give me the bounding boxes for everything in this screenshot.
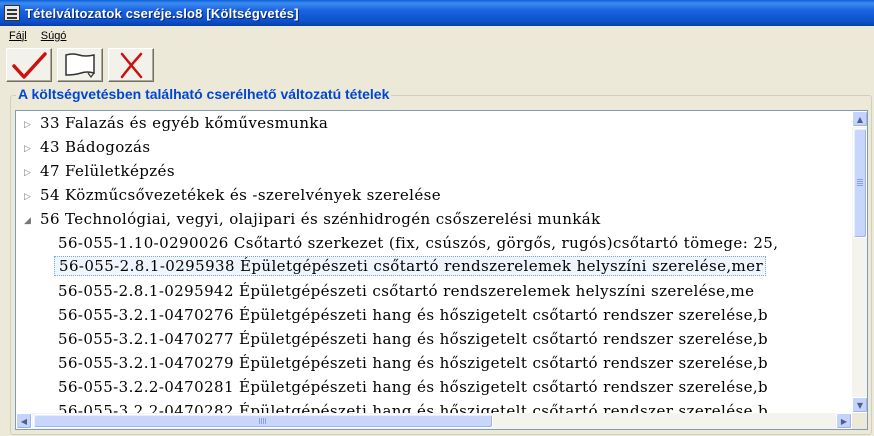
tree-category[interactable]: ▷ 54 Közműcsővezetékek és -szerelvények s…	[24, 183, 443, 207]
tree-row-label: 56-055-3.2.2-0470281 Épületgépészeti han…	[58, 378, 769, 396]
tree-row-label: 56-055-2.8.1-0295942 Épületgépészeti cső…	[58, 282, 755, 300]
cancel-button[interactable]	[108, 48, 154, 82]
tree-category[interactable]: ▷ 47 Felületképzés	[24, 159, 177, 183]
menu-file-label: Fájl	[9, 29, 27, 42]
tree-row-label: 56-055-3.2.1-0470277 Épületgépészeti han…	[58, 330, 769, 348]
tree-category[interactable]: ▷ 43 Bádogozás	[24, 135, 152, 159]
menu-file[interactable]: Fájl	[0, 30, 33, 42]
tree-row-label: 43 Bádogozás	[40, 138, 151, 156]
vertical-scrollbar[interactable]: ▲ ▼	[852, 111, 867, 413]
tree-item[interactable]: 56-055-3.2.1-0470279 Épületgépészeti han…	[54, 351, 852, 375]
tree-row-label: 56-055-2.8.1-0295938 Épületgépészeti cső…	[54, 256, 767, 276]
checkmark-icon	[12, 52, 47, 79]
title-bar[interactable]: Tételváltozatok cseréje.slo8 [Költségvet…	[0, 0, 874, 26]
horizontal-scroll-thumb[interactable]	[33, 414, 493, 428]
item-tree[interactable]: ▷ 33 Falazás és egyéb kőművesmunka ▷ 43 Bád…	[15, 110, 868, 430]
expanded-arrow-icon[interactable]: ◢	[24, 209, 38, 233]
arrow-down-icon: ▼	[856, 400, 864, 410]
tree-category[interactable]: ◢ 56 Technológiai, vegyi, olajipari és sz…	[24, 207, 603, 231]
tree-item[interactable]: 56-055-1.10-0290026 Csőtartó szerkezet (…	[54, 231, 852, 255]
menu-help[interactable]: Súgó	[33, 30, 73, 42]
tree-item[interactable]: 56-055-3.2.1-0470277 Épületgépészeti han…	[54, 327, 852, 351]
tree-row-label: 33 Falazás és egyéb kőművesmunka	[40, 114, 329, 132]
tree-row-label: 47 Felületképzés	[40, 162, 175, 180]
thumb-grip	[857, 179, 863, 180]
thumb-grip	[259, 418, 260, 424]
tree-row-label: 56 Technológiai, vegyi, olajipari és szé…	[40, 210, 601, 228]
tree-item[interactable]: 56-055-2.8.1-0295938 Épületgépészeti cső…	[54, 255, 852, 279]
tree-item[interactable]: 56-055-3.2.2-0470282 Épületgépészeti han…	[54, 399, 852, 413]
tree-item[interactable]: 56-055-3.2.1-0470276 Épületgépészeti han…	[54, 303, 852, 327]
scroll-left-button[interactable]: ◀	[16, 413, 32, 429]
scroll-corner	[852, 413, 867, 429]
toolbar	[0, 46, 874, 84]
tree-category[interactable]: ▷ 33 Falazás és egyéb kőművesmunka	[24, 111, 330, 135]
collapsed-arrow-icon[interactable]: ▷	[24, 185, 38, 209]
tree-item[interactable]: 56-055-3.2.2-0470281 Épületgépészeti han…	[54, 375, 852, 399]
tree-row-label: 54 Közműcsővezetékek és -szerelvények sz…	[40, 186, 441, 204]
x-icon	[120, 52, 143, 79]
scroll-right-button[interactable]: ▶	[836, 413, 852, 429]
arrow-left-icon: ◀	[20, 416, 28, 426]
tree-item[interactable]: 56-055-2.8.1-0295942 Épületgépészeti cső…	[54, 279, 852, 303]
scroll-up-button[interactable]: ▲	[852, 111, 867, 127]
tree-row-label: 56-055-3.2.1-0470279 Épületgépészeti han…	[58, 354, 769, 372]
menu-bar: Fájl Súgó	[0, 26, 874, 45]
document-button[interactable]	[57, 48, 103, 82]
arrow-right-icon: ▶	[840, 416, 848, 426]
tree-row-label: 56-055-3.2.1-0470276 Épületgépészeti han…	[58, 306, 769, 324]
ok-button[interactable]	[6, 48, 52, 82]
tree-row-label: 56-055-1.10-0290026 Csőtartó szerkezet (…	[58, 234, 779, 252]
collapsed-arrow-icon[interactable]: ▷	[24, 161, 38, 185]
collapsed-arrow-icon[interactable]: ▷	[24, 113, 38, 137]
vertical-scroll-thumb[interactable]	[853, 128, 867, 238]
document-icon	[65, 53, 95, 78]
arrow-up-icon: ▲	[856, 114, 864, 124]
group-title: A költségvetésben található cserélhető v…	[16, 86, 392, 102]
tree-rows: ▷ 33 Falazás és egyéb kőművesmunka ▷ 43 Bád…	[16, 111, 852, 413]
horizontal-scrollbar[interactable]: ◀ ▶	[16, 413, 852, 429]
scroll-down-button[interactable]: ▼	[852, 397, 867, 413]
window-title: Tételváltozatok cseréje.slo8 [Költségvet…	[25, 5, 299, 21]
tree-row-label: 56-055-3.2.2-0470282 Épületgépészeti han…	[58, 402, 769, 413]
collapsed-arrow-icon[interactable]: ▷	[24, 137, 38, 161]
app-icon[interactable]	[4, 5, 20, 21]
menu-help-label: Súgó	[40, 29, 67, 42]
